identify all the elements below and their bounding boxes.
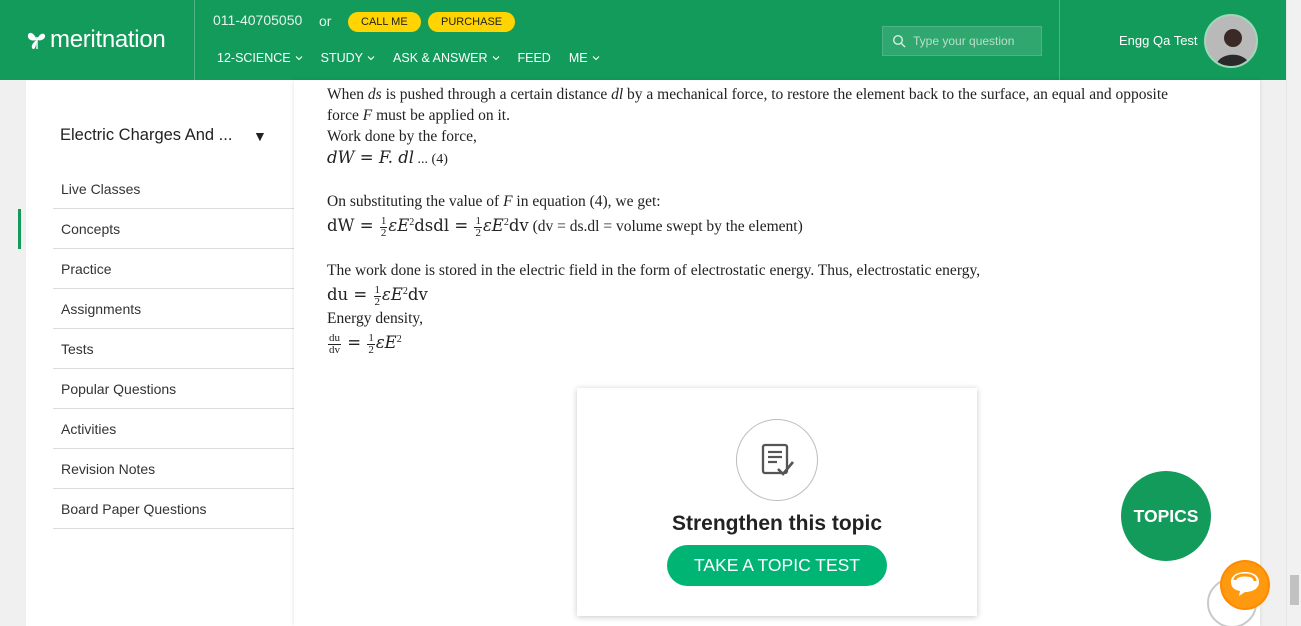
avatar[interactable] <box>1204 14 1258 68</box>
nav-item-label: STUDY <box>320 51 364 65</box>
page: meritnation 011-40705050 or CALL ME PURC… <box>0 0 1301 626</box>
chevron-down-icon <box>592 56 599 61</box>
scrollbar-thumb[interactable] <box>1290 575 1299 605</box>
nav-item-label: ASK & ANSWER <box>393 51 488 65</box>
purchase-button[interactable]: PURCHASE <box>428 12 516 32</box>
card-title: Strengthen this topic <box>672 512 882 535</box>
paragraph: On substituting the value of F in equati… <box>327 193 661 210</box>
search-box <box>882 26 1042 56</box>
chat-bubble-icon[interactable] <box>1217 560 1273 612</box>
chapter-title[interactable]: Electric Charges And ... <box>60 126 232 145</box>
paragraph: force F must be applied on it. <box>327 107 510 124</box>
nav-item-label: ME <box>568 51 588 65</box>
sidebar: Electric Charges And ... ▼ Live Classes … <box>18 80 294 626</box>
equation-7: du dv = 1 2 εE2 <box>328 332 402 357</box>
nav-item-12-science[interactable]: 12-SCIENCE <box>217 51 303 65</box>
sidebar-item-tests[interactable]: Tests <box>53 329 294 369</box>
topic-test-card: Strengthen this topic TAKE A TOPIC TEST <box>577 388 977 616</box>
equation-5: dW = 1 2 εE2dsdl = 1 2 εE2dv (dv = ds.dl = v… <box>327 215 803 240</box>
sidebar-item-concepts[interactable]: Concepts <box>18 209 294 249</box>
paragraph: Work done by the force, <box>327 128 477 145</box>
equation-6: du = 1 2 εE2dv <box>327 284 428 309</box>
meritnation-logo[interactable]: meritnation <box>26 22 166 58</box>
call-me-button[interactable]: CALL ME <box>348 12 421 32</box>
sidebar-item-assignments[interactable]: Assignments <box>53 289 294 329</box>
chevron-down-icon <box>295 56 303 61</box>
scrollbar[interactable] <box>1286 0 1301 626</box>
nav-item-label: 12-SCIENCE <box>217 51 291 65</box>
main-nav: 12-SCIENCE STUDY ASK & ANSWER FEED ME <box>217 51 618 65</box>
top-header: meritnation 011-40705050 or CALL ME PURC… <box>0 0 1286 80</box>
chevron-down-icon <box>492 56 499 61</box>
logo-text: meritnation <box>50 26 166 53</box>
topics-button[interactable]: TOPICS <box>1121 471 1211 561</box>
paragraph: Energy density, <box>327 310 423 328</box>
search-icon <box>892 34 906 48</box>
phone-number: 011-40705050 <box>213 12 303 28</box>
sidebar-item-revision-notes[interactable]: Revision Notes <box>53 449 294 489</box>
caret-down-icon[interactable]: ▼ <box>253 128 267 144</box>
paragraph: When ds is pushed through a certain dist… <box>327 86 1169 103</box>
sidebar-menu: Live Classes Concepts Practice Assignmen… <box>18 169 294 529</box>
nav-item-study[interactable]: STUDY <box>321 51 375 65</box>
concept-text: When ds is pushed through a certain dist… <box>327 84 1227 356</box>
paragraph: The work done is stored in the electric … <box>327 262 981 280</box>
equation-4: dW = F. dl ... (4) <box>327 148 448 167</box>
document-check-icon <box>736 419 818 501</box>
nav-item-feed[interactable]: FEED <box>518 51 551 65</box>
header-divider <box>194 0 195 80</box>
butterfly-logo-icon <box>27 32 46 50</box>
search-input[interactable] <box>913 34 1041 48</box>
header-divider <box>1059 0 1060 80</box>
nav-item-ask-answer[interactable]: ASK & ANSWER <box>393 51 499 65</box>
sidebar-item-activities[interactable]: Activities <box>53 409 294 449</box>
sidebar-item-practice[interactable]: Practice <box>53 249 294 289</box>
user-name[interactable]: Engg Qa Test <box>1119 33 1198 48</box>
nav-item-me[interactable]: ME <box>569 51 600 65</box>
avatar-image <box>1206 16 1256 66</box>
sidebar-item-popular-questions[interactable]: Popular Questions <box>53 369 294 409</box>
sidebar-item-live-classes[interactable]: Live Classes <box>53 169 294 209</box>
or-text: or <box>319 13 332 29</box>
sidebar-item-board-paper-questions[interactable]: Board Paper Questions <box>53 489 294 529</box>
nav-item-label: FEED <box>517 51 551 65</box>
take-topic-test-button[interactable]: TAKE A TOPIC TEST <box>667 545 887 586</box>
chevron-down-icon <box>367 56 375 61</box>
